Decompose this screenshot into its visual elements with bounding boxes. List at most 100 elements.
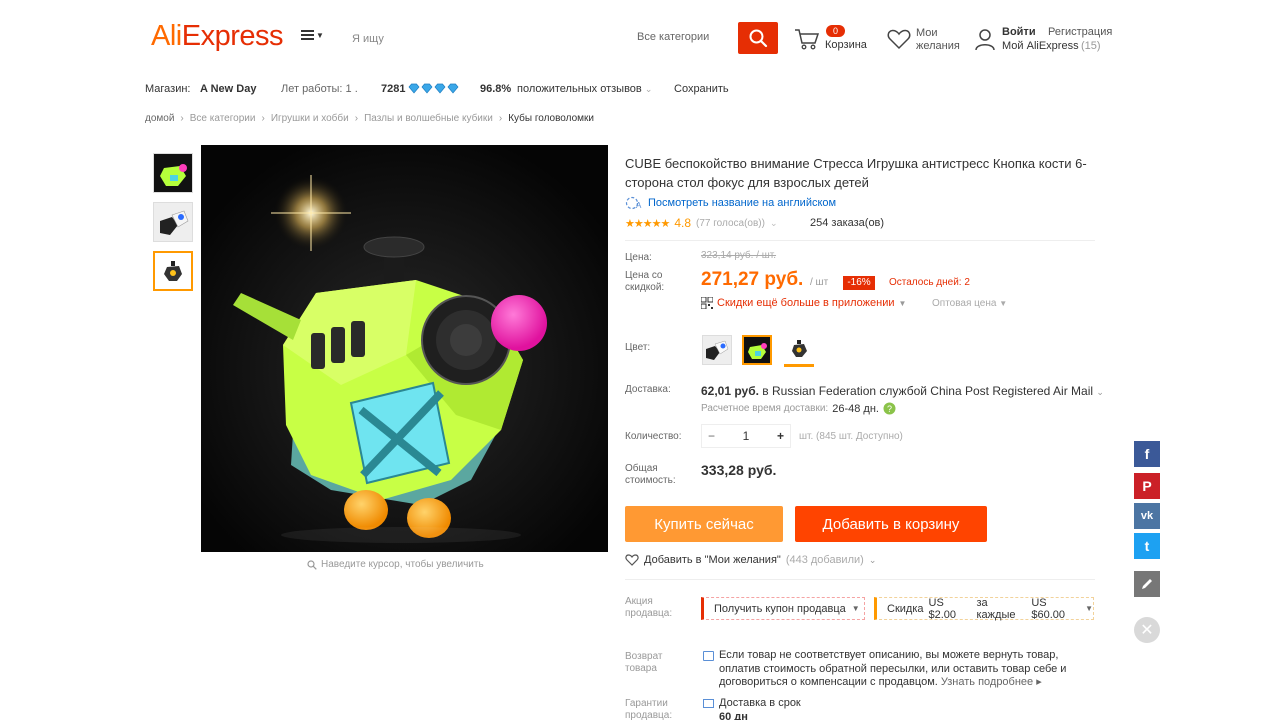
- positive-label[interactable]: положительных отзывов ⌄: [517, 83, 652, 95]
- sale-price-label-2: скидкой:: [625, 282, 665, 293]
- store-label: Магазин:: [145, 83, 191, 95]
- gallery-thumbnail-1[interactable]: [153, 153, 193, 193]
- product-main-image[interactable]: [201, 145, 608, 552]
- swatch-image: [703, 336, 731, 364]
- facebook-icon: f: [1144, 446, 1150, 462]
- help-icon[interactable]: ?: [883, 402, 896, 415]
- facebook-share-button[interactable]: f: [1134, 441, 1160, 467]
- categories-menu-button[interactable]: ▼: [301, 30, 324, 40]
- shipping-option[interactable]: 62,01 руб. в Russian Federation службой …: [701, 384, 1104, 398]
- cart-link[interactable]: Корзина: [825, 39, 867, 51]
- app-discount-link[interactable]: Скидки ещё больше в приложении ▼: [701, 297, 906, 309]
- sale-mid-text: за каждые: [976, 596, 1016, 621]
- color-swatch-2-selected[interactable]: [742, 335, 772, 365]
- total-label-1: Общая: [625, 463, 658, 474]
- quantity-input[interactable]: 1: [743, 429, 750, 443]
- search-button[interactable]: [738, 22, 778, 54]
- product-title: CUBE беспокойство внимание Стресса Игруш…: [625, 156, 1087, 190]
- twitter-icon: t: [1144, 538, 1150, 554]
- login-link[interactable]: Войти: [1002, 26, 1036, 38]
- my-aliexpress-link[interactable]: Мой AliExpress: [1002, 40, 1079, 52]
- quantity-available: шт. (845 шт. Доступно): [799, 431, 903, 442]
- quantity-increase-button[interactable]: +: [777, 429, 784, 443]
- quantity-label: Количество:: [625, 431, 682, 442]
- store-score[interactable]: 7281: [381, 83, 405, 95]
- breadcrumb: домой › Все категории › Игрушки и хобби › П…: [145, 113, 594, 124]
- color-swatch-1[interactable]: [702, 335, 732, 365]
- my-aliexpress-count: (15): [1081, 40, 1101, 52]
- wholesale-price-toggle[interactable]: Оптовая цена ▼: [932, 298, 1007, 309]
- save-store-button[interactable]: Сохранить: [674, 83, 729, 95]
- wishlist-link-line2[interactable]: желания: [916, 40, 960, 52]
- chevron-down-icon: ⌄: [769, 217, 778, 228]
- fidget-cube-image: [201, 145, 608, 552]
- buy-now-button[interactable]: Купить сейчас: [625, 506, 783, 542]
- store-years: Лет работы: 1 .: [281, 83, 358, 95]
- quantity-decrease-button[interactable]: −: [708, 429, 715, 443]
- gallery-thumbnail-2[interactable]: [153, 202, 193, 242]
- gallery-thumbnail-3[interactable]: [153, 251, 193, 291]
- magnifier-icon: [307, 559, 317, 570]
- chevron-down-icon: ⌄: [1096, 387, 1104, 397]
- shipping-time-value: 26-48 дн.: [832, 402, 879, 415]
- rating-row[interactable]: ★★★★★ 4.8 (77 голоса(ов)) ⌄: [625, 216, 777, 230]
- diamond-icon: [434, 83, 446, 94]
- diamond-icon: [421, 83, 433, 94]
- chevron-down-icon: ▼: [316, 30, 324, 40]
- user-icon[interactable]: [974, 27, 996, 51]
- svg-text:?: ?: [887, 404, 892, 414]
- breadcrumb-all-categories[interactable]: Все категории: [190, 113, 256, 124]
- days-left: Осталось дней: 2: [889, 277, 970, 288]
- twitter-share-button[interactable]: t: [1134, 533, 1160, 559]
- close-share-bar-button[interactable]: ✕: [1134, 617, 1160, 643]
- color-swatch-3[interactable]: [784, 335, 814, 367]
- register-link[interactable]: Регистрация: [1048, 26, 1112, 38]
- quantity-stepper: − 1 +: [701, 424, 791, 448]
- pinterest-share-button[interactable]: P: [1134, 473, 1160, 499]
- add-to-cart-button[interactable]: Добавить в корзину: [795, 506, 987, 542]
- breadcrumb-toys[interactable]: Игрушки и хобби: [271, 113, 349, 124]
- heart-icon[interactable]: [886, 27, 912, 51]
- price-per-unit: / шт: [810, 277, 829, 288]
- translate-title-link[interactable]: A Посмотреть название на английском: [625, 196, 836, 210]
- cart-icon[interactable]: [794, 27, 820, 51]
- return-policy-text: Если товар не соответствует описанию, вы…: [719, 649, 1094, 690]
- return-policy-icon: [703, 651, 714, 661]
- guarantee-label-2: продавца:: [625, 710, 673, 720]
- edit-share-button[interactable]: [1134, 571, 1160, 597]
- wholesale-text: Оптовая цена: [932, 298, 997, 309]
- total-price: 333,28 руб.: [701, 462, 777, 478]
- wishlist-text: Добавить в "Мои желания": [644, 554, 781, 566]
- add-to-wishlist-link[interactable]: Добавить в "Мои желания" (443 добавили) …: [625, 554, 876, 566]
- shipping-time: Расчетное время доставки: 26-48 дн. ?: [701, 402, 896, 415]
- rating-votes: (77 голоса(ов)): [696, 217, 765, 229]
- rating-stars-icon: ★★★★★: [625, 217, 670, 230]
- search-icon: [749, 29, 768, 48]
- product-thumbnail-image: [154, 203, 192, 241]
- wishlist-link-line1[interactable]: Мои: [916, 27, 938, 39]
- heart-icon: [625, 554, 639, 566]
- breadcrumb-current[interactable]: Кубы головоломки: [508, 113, 594, 124]
- shipping-time-label: Расчетное время доставки:: [701, 403, 829, 414]
- search-input[interactable]: [352, 31, 622, 47]
- breadcrumb-sep: ›: [354, 113, 359, 124]
- return-learn-more-link[interactable]: Узнать подробнее ▸: [941, 676, 1042, 688]
- chevron-down-icon: ⌄: [644, 84, 653, 94]
- sale-amount: US $2.00: [928, 596, 957, 621]
- breadcrumb-puzzles[interactable]: Пазлы и волшебные кубики: [364, 113, 493, 124]
- vk-share-button[interactable]: vk: [1134, 503, 1160, 529]
- store-name-link[interactable]: A New Day: [200, 83, 256, 95]
- store-discount-dropdown[interactable]: Скидка US $2.00 за каждые US $60.00 ▼: [874, 596, 1094, 621]
- breadcrumb-home[interactable]: домой: [145, 113, 174, 124]
- chevron-down-icon: ⌄: [868, 554, 877, 565]
- breadcrumb-sep: ›: [261, 113, 265, 124]
- search-category-select[interactable]: Все категории: [637, 31, 709, 43]
- pencil-icon: [1142, 579, 1152, 589]
- aliexpress-logo[interactable]: AliExpress: [151, 20, 284, 53]
- returns-label-2: товара: [625, 663, 657, 674]
- caret-down-icon: ▼: [851, 604, 860, 613]
- vk-icon: vk: [1140, 510, 1154, 522]
- get-coupon-button[interactable]: Получить купон продавца ▼: [701, 597, 865, 620]
- seller-promo-label-1: Акция: [625, 596, 653, 607]
- divider: [625, 240, 1095, 241]
